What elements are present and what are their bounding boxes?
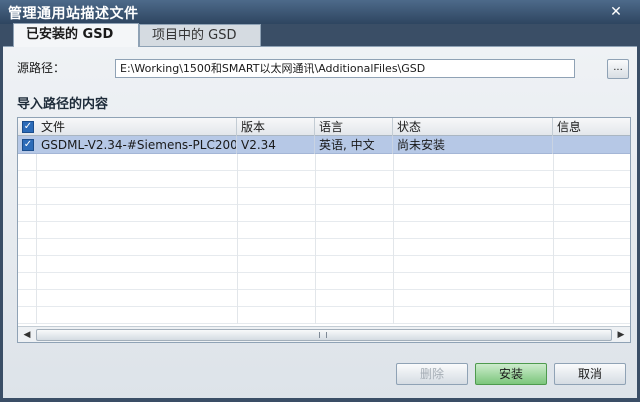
row-checkbox-icon[interactable]: ✓ (22, 139, 34, 151)
scroll-left-icon[interactable]: ◀ (20, 328, 34, 342)
scroll-right-icon[interactable]: ▶ (614, 328, 628, 342)
horizontal-scrollbar[interactable]: ◀ ▶ (18, 326, 630, 342)
table-row[interactable]: ✓ GSDML-V2.34-#Siemens-PLC200s... V2.34 … (18, 136, 630, 154)
title-bar: 管理通用站描述文件 ✕ (0, 0, 640, 24)
browse-button[interactable]: ... (607, 59, 629, 79)
install-button[interactable]: 安装 (475, 363, 547, 385)
column-divider (553, 154, 554, 324)
scrollbar-thumb[interactable] (36, 329, 612, 341)
tab-installed-gsd[interactable]: 已安装的 GSD (13, 23, 139, 47)
section-title: 导入路径的内容 (17, 97, 109, 112)
delete-button[interactable]: 删除 (396, 363, 468, 385)
column-divider (393, 154, 394, 324)
cell-version: V2.34 (237, 136, 315, 154)
cancel-button[interactable]: 取消 (554, 363, 626, 385)
column-header-info[interactable]: 信息 (553, 118, 630, 136)
source-path-input[interactable]: E:\Working\1500和SMART以太网通讯\AdditionalFil… (115, 59, 575, 78)
close-icon[interactable]: ✕ (606, 3, 626, 21)
grip-icon (319, 332, 327, 338)
cell-info (553, 136, 630, 154)
column-divider (315, 154, 316, 324)
column-divider (237, 154, 238, 324)
column-header-version[interactable]: 版本 (237, 118, 315, 136)
column-header-file[interactable]: 文件 (37, 118, 237, 136)
window-title: 管理通用站描述文件 (8, 6, 139, 22)
cell-language: 英语, 中文 (315, 136, 393, 154)
column-header-language[interactable]: 语言 (315, 118, 393, 136)
tab-panel: 源路径： E:\Working\1500和SMART以太网通讯\Addition… (3, 46, 637, 398)
dialog-window: 管理通用站描述文件 ✕ 已安装的 GSD 项目中的 GSD 源路径： E:\Wo… (0, 0, 640, 402)
column-header-status[interactable]: 状态 (393, 118, 553, 136)
source-path-label: 源路径： (17, 61, 66, 75)
empty-table-rows (18, 154, 630, 324)
gsd-file-table: ✓ 文件 版本 语言 状态 信息 ✓ GSDML-V2.34-#Siemens-… (17, 117, 631, 343)
select-all-checkbox-icon[interactable]: ✓ (22, 121, 34, 133)
table-header: ✓ 文件 版本 语言 状态 信息 (18, 118, 630, 136)
cell-status: 尚未安装 (393, 136, 553, 154)
column-divider (36, 154, 37, 324)
cell-file: GSDML-V2.34-#Siemens-PLC200s... (37, 136, 237, 154)
tab-project-gsd[interactable]: 项目中的 GSD (139, 24, 261, 46)
